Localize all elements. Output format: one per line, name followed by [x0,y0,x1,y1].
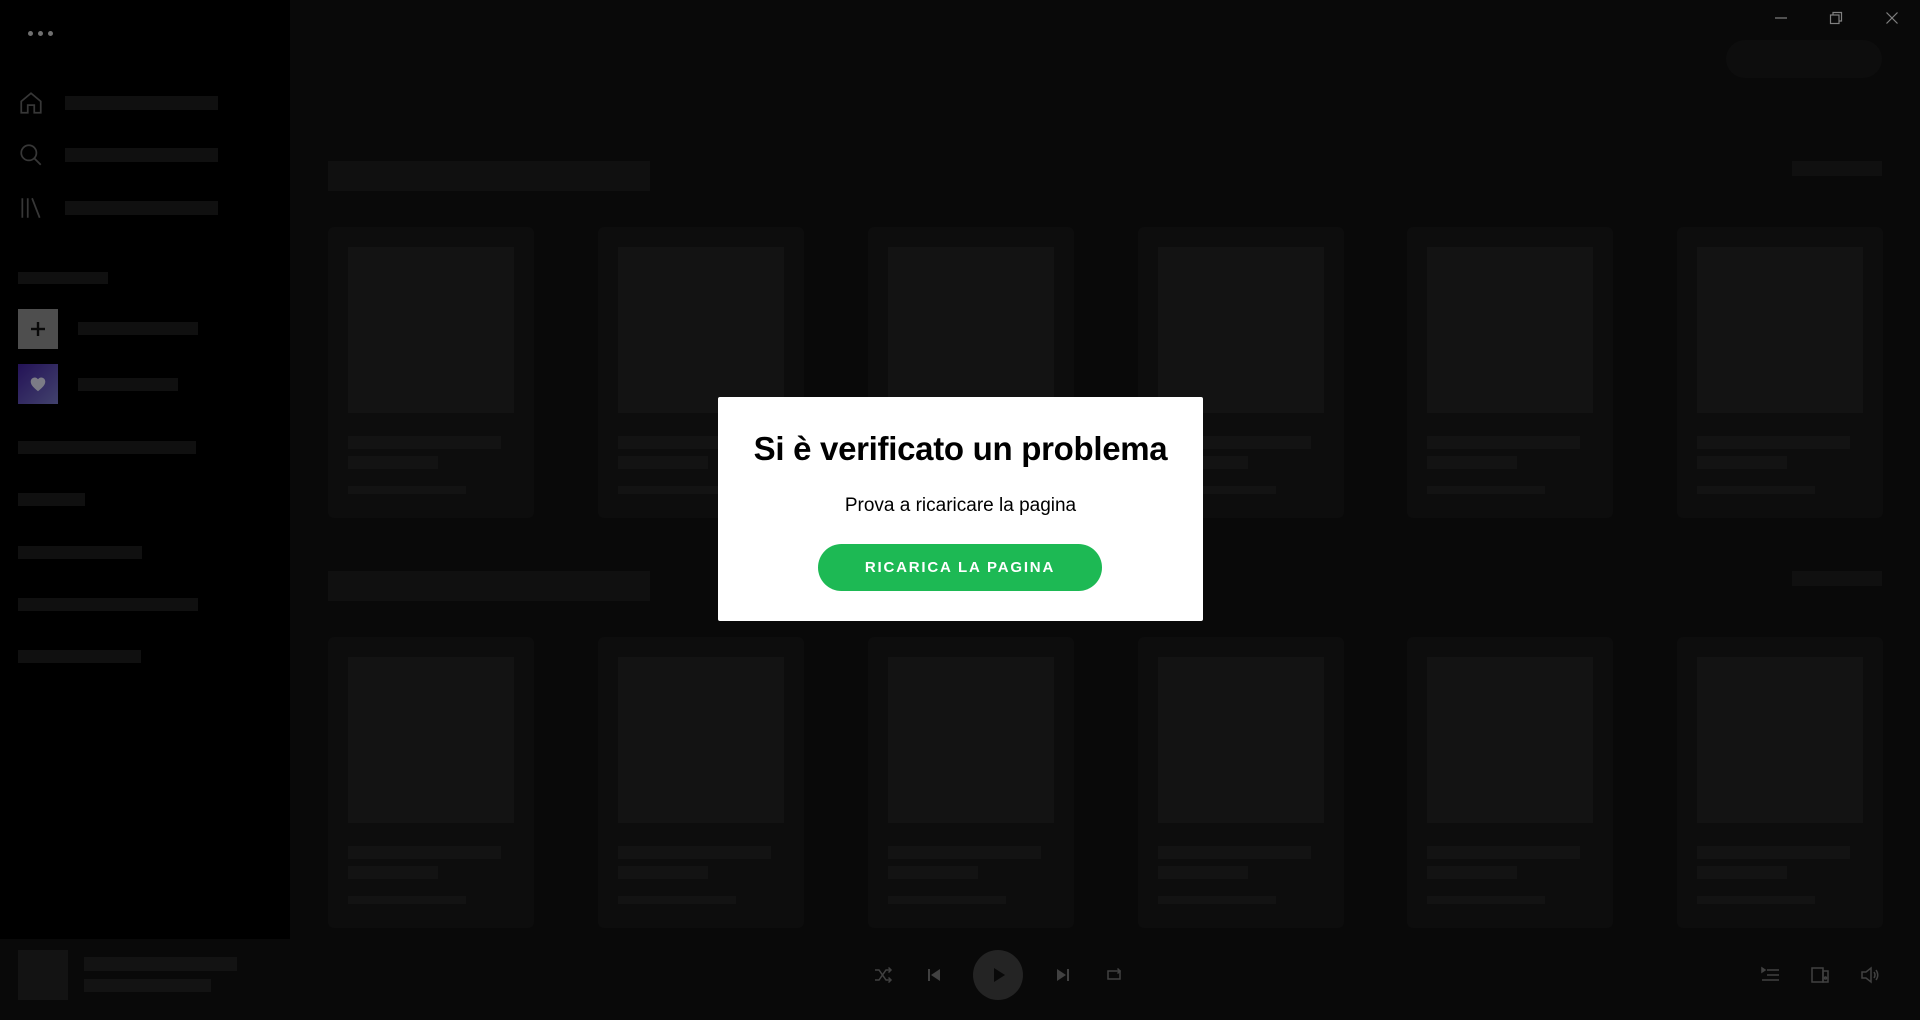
error-dialog: Si è verificato un problema Prova a rica… [718,397,1203,621]
error-dialog-title: Si è verificato un problema [753,430,1168,467]
modal-backdrop: Si è verificato un problema Prova a rica… [0,0,1920,1020]
reload-page-button[interactable]: RICARICA LA PAGINA [818,544,1102,591]
error-dialog-message: Prova a ricaricare la pagina [844,495,1077,516]
